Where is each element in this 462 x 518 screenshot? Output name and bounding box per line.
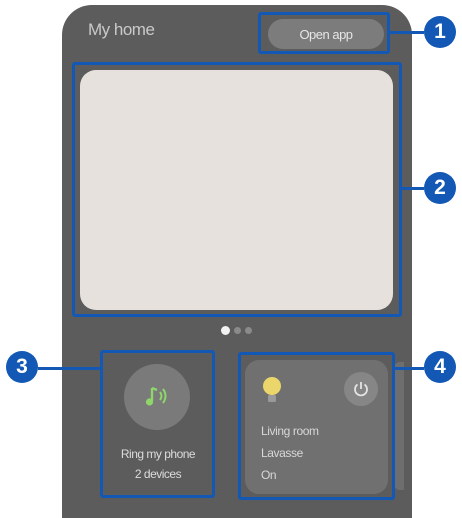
- page-dot-active: [221, 326, 230, 335]
- page-dot: [245, 327, 252, 334]
- callout-connector-4: [395, 367, 424, 370]
- callout-highlight-4: [238, 352, 395, 500]
- callout-connector-1: [390, 31, 424, 34]
- callout-marker-2: 2: [424, 172, 456, 204]
- next-card-edge: [394, 362, 404, 490]
- page-dot: [234, 327, 241, 334]
- callout-highlight-3: [100, 350, 215, 498]
- callout-highlight-1: [258, 12, 390, 54]
- callout-marker-4: 4: [424, 351, 456, 383]
- carousel-page-indicator: [221, 326, 252, 335]
- callout-highlight-2: [72, 62, 402, 317]
- callout-marker-1: 1: [424, 16, 456, 48]
- callout-connector-3: [38, 367, 100, 370]
- callout-marker-3: 3: [6, 351, 38, 383]
- callout-connector-2: [402, 187, 424, 190]
- widget-title: My home: [88, 20, 155, 39]
